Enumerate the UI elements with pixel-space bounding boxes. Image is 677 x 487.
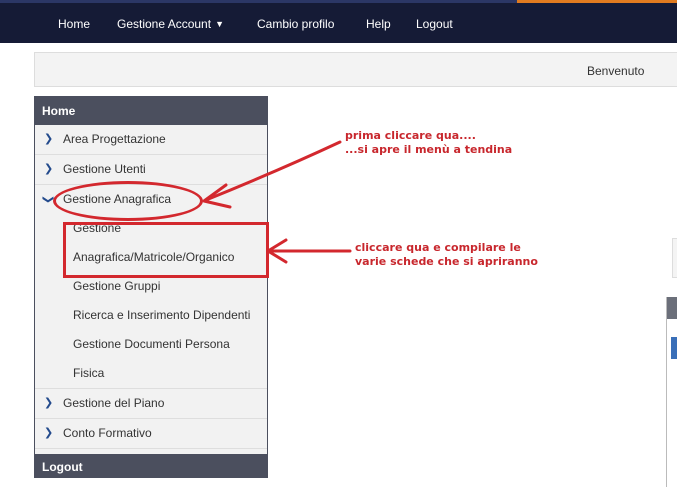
chevron-right-icon: ❯ bbox=[44, 133, 54, 145]
welcome-bar: Benvenuto bbox=[34, 52, 677, 87]
panel-header-fragment bbox=[667, 297, 677, 319]
annotation-text-1-line-2: ...si apre il menù a tendina bbox=[345, 143, 513, 156]
annotation-ellipse bbox=[53, 181, 203, 221]
chevron-right-icon: ❯ bbox=[44, 427, 54, 439]
annotation-arrow-2-head bbox=[266, 238, 288, 264]
sidebar-footer-logout[interactable]: Logout bbox=[35, 454, 267, 478]
content-panel-edge bbox=[666, 297, 677, 487]
chevron-right-icon: ❯ bbox=[44, 163, 54, 175]
sidebar-item-label: Area Progettazione bbox=[63, 132, 166, 146]
panel-button-fragment bbox=[671, 337, 677, 359]
content-panel-fragment bbox=[672, 238, 677, 278]
nav-gestione-account[interactable]: Gestione Account ▼ bbox=[117, 17, 224, 31]
annotation-text-1: prima cliccare qua.... ...si apre il men… bbox=[345, 129, 512, 157]
annotation-rectangle bbox=[63, 222, 269, 278]
annotation-text-2: cliccare qua e compilare le varie schede… bbox=[355, 241, 538, 269]
sidebar-item-gestione-del-piano[interactable]: ❯ Gestione del Piano bbox=[35, 389, 267, 419]
sidebar-item-label: Gestione Utenti bbox=[63, 162, 146, 176]
sidebar-item-gestione-utenti[interactable]: ❯ Gestione Utenti bbox=[35, 155, 267, 185]
sidebar-item-label: Conto Formativo bbox=[63, 426, 152, 440]
welcome-text: Benvenuto bbox=[587, 64, 645, 78]
annotation-text-2-line-2: varie schede che si apriranno bbox=[355, 255, 538, 268]
annotation-text-1-line-1: prima cliccare qua.... bbox=[345, 129, 476, 142]
sidebar-item-area-progettazione[interactable]: ❯ Area Progettazione bbox=[35, 125, 267, 155]
chevron-right-icon: ❯ bbox=[44, 397, 54, 409]
sidebar-header-home[interactable]: Home bbox=[35, 97, 267, 125]
sidebar-item-label: Gestione del Piano bbox=[63, 396, 165, 410]
nav-cambio-profilo[interactable]: Cambio profilo bbox=[257, 17, 334, 31]
nav-help[interactable]: Help bbox=[366, 17, 391, 31]
nav-gestione-account-label: Gestione Account bbox=[117, 17, 212, 31]
submenu-item-fisica[interactable]: Fisica bbox=[35, 359, 267, 388]
sidebar-item-conto-formativo[interactable]: ❯ Conto Formativo bbox=[35, 419, 267, 449]
nav-home[interactable]: Home bbox=[58, 17, 90, 31]
nav-logout[interactable]: Logout bbox=[416, 17, 453, 31]
annotation-text-2-line-1: cliccare qua e compilare le bbox=[355, 241, 521, 254]
submenu-item-ricerca-inserimento-dipendenti[interactable]: Ricerca e Inserimento Dipendenti bbox=[35, 301, 267, 330]
submenu-item-gestione-documenti-persona[interactable]: Gestione Documenti Persona bbox=[35, 330, 267, 359]
top-navbar: Home Gestione Account ▼ Cambio profilo He… bbox=[0, 0, 677, 43]
sidebar-menu: Home ❯ Area Progettazione ❯ Gestione Ute… bbox=[34, 96, 268, 478]
navbar-accent-strip bbox=[517, 0, 677, 3]
caret-down-icon: ▼ bbox=[215, 19, 224, 29]
